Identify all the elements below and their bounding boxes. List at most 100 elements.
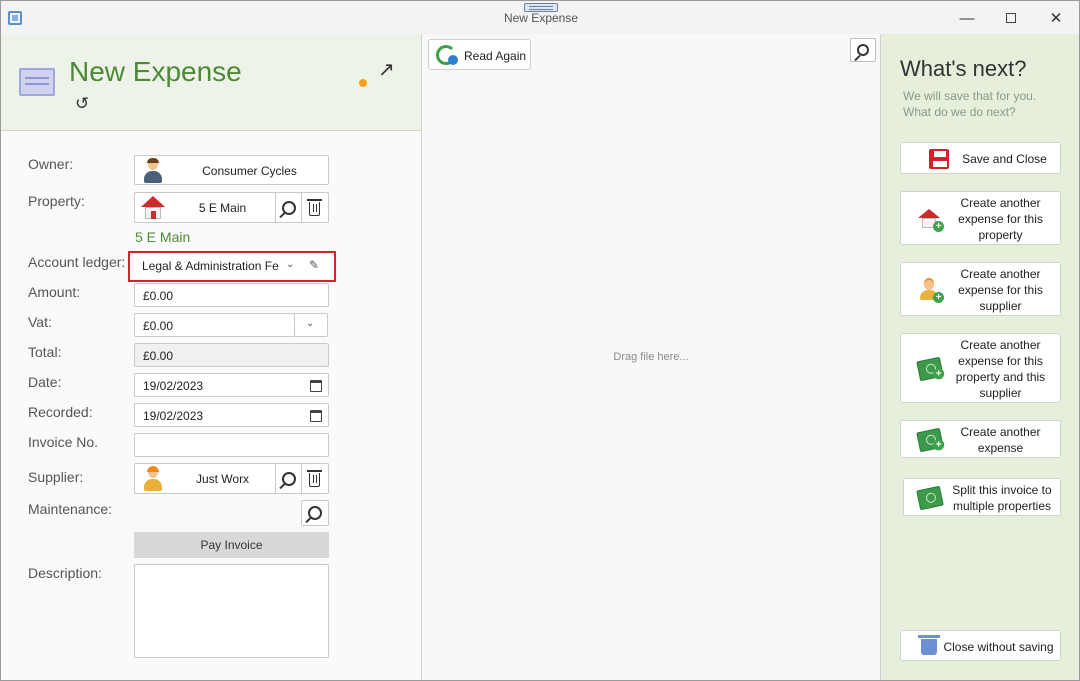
owner-field[interactable]: Consumer Cycles xyxy=(134,155,329,185)
cash-icon: + xyxy=(916,427,945,453)
account-ledger-value: Legal & Administration Fe xyxy=(142,259,279,273)
close-window-button[interactable]: ✕ xyxy=(1041,7,1071,29)
property-delete-button[interactable] xyxy=(301,193,327,222)
supplier-field[interactable]: Just Worx xyxy=(134,463,329,494)
maximize-icon xyxy=(1006,13,1016,23)
close-without-saving-label: Close without saving xyxy=(943,640,1054,654)
property-search-button[interactable] xyxy=(275,193,301,222)
history-icon[interactable]: ↺ xyxy=(75,95,93,113)
expense-window: New Expense — ✕ New Expense ↺ ↗ Owner: C… xyxy=(0,0,1080,681)
recorded-label: Recorded: xyxy=(28,404,93,420)
date-label: Date: xyxy=(28,374,62,390)
create-expense-same-supplier-button[interactable]: + Create another expense for this suppli… xyxy=(900,262,1061,316)
vat-value: £0.00 xyxy=(143,319,174,333)
read-again-label: Read Again xyxy=(464,49,527,63)
save-disk-icon xyxy=(929,149,949,169)
label-line: property and this xyxy=(955,370,1046,384)
label-line: supplier xyxy=(979,386,1022,400)
total-field: £0.00 xyxy=(134,343,329,367)
unsaved-indicator xyxy=(359,79,367,87)
save-and-close-button[interactable]: Save and Close xyxy=(900,142,1061,174)
label-line: expense xyxy=(977,441,1024,455)
create-expense-same-property-supplier-label: Create another expense for this property… xyxy=(945,337,1056,401)
document-search-button[interactable] xyxy=(850,38,876,62)
gear-icon xyxy=(448,55,458,65)
document-panel[interactable]: Read Again Drag file here... xyxy=(422,34,880,680)
description-textarea[interactable] xyxy=(134,564,329,658)
label-line: Split this invoice to xyxy=(952,483,1052,497)
save-and-close-label: Save and Close xyxy=(962,152,1047,166)
search-icon xyxy=(281,200,296,215)
create-expense-same-supplier-label: Create another expense for this supplier xyxy=(945,266,1056,314)
create-expense-same-property-button[interactable]: + Create another expense for this proper… xyxy=(900,191,1061,245)
chevron-down-icon[interactable]: ⌄ xyxy=(286,259,294,270)
window-title: New Expense xyxy=(503,11,579,25)
invoice-no-input[interactable] xyxy=(134,433,329,457)
search-icon xyxy=(857,44,869,56)
owner-label: Owner: xyxy=(28,156,74,172)
create-expense-same-property-supplier-button[interactable]: + Create another expense for this proper… xyxy=(900,333,1061,403)
minimize-button[interactable]: — xyxy=(952,7,982,29)
date-picker[interactable]: 19/02/2023 xyxy=(134,373,329,397)
property-value: 5 E Main xyxy=(198,201,247,215)
label-line: expense for this xyxy=(958,354,1043,368)
label-line: multiple properties xyxy=(952,499,1052,513)
close-without-saving-button[interactable]: Close without saving xyxy=(900,630,1061,661)
total-value: £0.00 xyxy=(143,349,174,363)
invoice-no-label: Invoice No. xyxy=(28,434,99,450)
amount-label: Amount: xyxy=(28,284,81,300)
label-line: Create another xyxy=(960,338,1041,352)
expand-icon[interactable]: ↗ xyxy=(378,57,395,82)
search-icon xyxy=(281,471,296,486)
cash-icon: + xyxy=(916,356,945,382)
search-icon xyxy=(308,506,322,520)
account-ledger-label: Account ledger: xyxy=(28,254,126,270)
amount-input[interactable]: £0.00 xyxy=(134,283,329,307)
subtitle-line: We will save that for you. xyxy=(903,89,1037,103)
recorded-date-picker[interactable]: 19/02/2023 xyxy=(134,403,329,427)
whats-next-title: What's next? xyxy=(900,56,1027,81)
label-line: expense for this xyxy=(958,283,1043,297)
trash-icon xyxy=(307,470,322,487)
chevron-down-icon: ⌄ xyxy=(306,318,315,329)
edit-pencil-icon[interactable]: ✎ xyxy=(309,258,319,272)
trash-icon xyxy=(307,199,322,216)
property-link[interactable]: 5 E Main xyxy=(135,229,190,245)
recycle-bin-icon xyxy=(918,635,940,655)
supplier-search-button[interactable] xyxy=(275,464,301,493)
supplier-label: Supplier: xyxy=(28,469,84,485)
form-header: New Expense ↺ ↗ xyxy=(1,34,421,131)
label-line: Create another xyxy=(960,267,1041,281)
owner-person-icon xyxy=(143,158,163,183)
create-expense-same-property-label: Create another expense for this property xyxy=(945,195,1056,243)
read-again-button[interactable]: Read Again xyxy=(428,39,531,70)
title-bar[interactable]: New Expense — ✕ xyxy=(1,1,1079,34)
pay-invoice-button[interactable]: Pay Invoice xyxy=(134,532,329,558)
vat-input[interactable]: £0.00 xyxy=(134,313,295,337)
split-invoice-label: Split this invoice to multiple propertie… xyxy=(948,482,1056,514)
supplier-delete-button[interactable] xyxy=(301,464,327,493)
maintenance-label: Maintenance: xyxy=(28,501,113,517)
property-field[interactable]: 5 E Main xyxy=(134,192,329,223)
account-ledger-select[interactable]: Legal & Administration Fe ⌄ ✎ xyxy=(134,254,329,278)
calendar-icon[interactable] xyxy=(310,410,322,422)
whats-next-panel: What's next? We will save that for you. … xyxy=(880,34,1079,680)
owner-value: Consumer Cycles xyxy=(202,164,297,178)
create-another-expense-button[interactable]: + Create another expense xyxy=(900,420,1061,458)
maximize-button[interactable] xyxy=(996,7,1026,29)
split-invoice-button[interactable]: Split this invoice to multiple propertie… xyxy=(903,478,1061,516)
drop-zone-hint: Drag file here... xyxy=(613,351,689,363)
vat-label: Vat: xyxy=(28,314,52,330)
description-label: Description: xyxy=(28,565,102,581)
vat-rate-dropdown[interactable]: ⌄ xyxy=(294,313,328,337)
recorded-value: 19/02/2023 xyxy=(143,409,204,423)
whats-next-subtitle: We will save that for you. What do we do… xyxy=(903,88,1036,120)
worker-icon xyxy=(143,466,163,491)
page-title: New Expense xyxy=(69,56,242,87)
total-label: Total: xyxy=(28,344,62,360)
property-label: Property: xyxy=(28,193,85,209)
maintenance-search-button[interactable] xyxy=(301,500,329,526)
cash-icon xyxy=(916,485,944,511)
supplier-value: Just Worx xyxy=(195,472,250,486)
calendar-icon[interactable] xyxy=(310,380,322,392)
